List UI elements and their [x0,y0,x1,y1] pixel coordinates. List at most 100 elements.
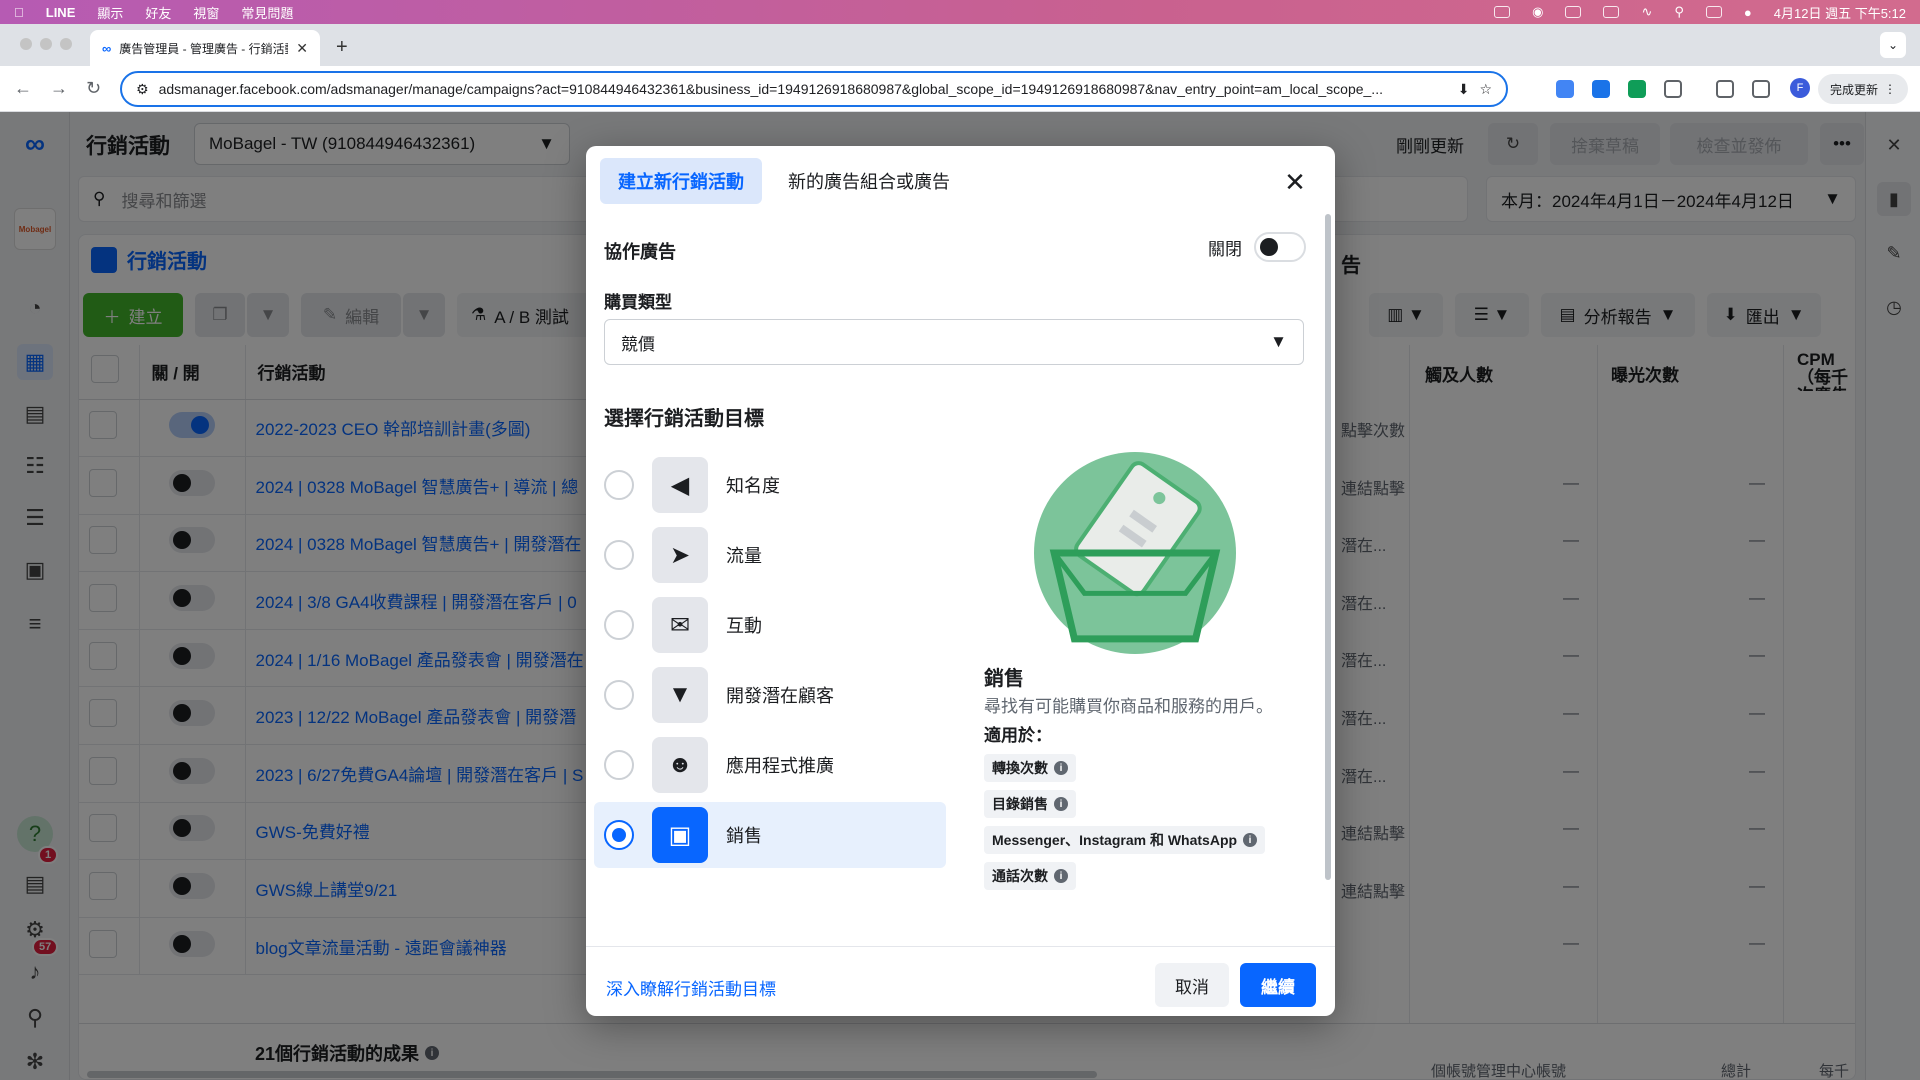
close-icon: ✕ [1284,166,1306,197]
objective-label: 開發潛在顧客 [726,686,834,706]
site-info-icon[interactable]: ⚙ [136,81,149,98]
dialog-close-button[interactable]: ✕ [1277,164,1313,200]
extension-1-icon[interactable] [1556,80,1574,98]
objective-label: 互動 [726,616,762,636]
objective-option[interactable]: ▼ 開發潛在顧客 [594,662,946,728]
objective-option[interactable]: ▣ 銷售 [594,802,946,868]
cursor-icon: ➤ [652,527,708,583]
people-icon: ☻ [652,737,708,793]
browser-tab-active[interactable]: ∞ 廣告管理員 - 管理廣告 - 行銷活動 ✕ [90,30,320,66]
objective-radio[interactable] [604,750,634,780]
objective-label: 流量 [726,546,762,566]
menubar-clock[interactable]: 4月12日 週五 下午5:12 [1774,3,1906,22]
tab-new-campaign[interactable]: 建立新行銷活動 [600,158,762,204]
dialog-footer: 深入瞭解行銷活動目標 取消 繼續 [586,946,1335,1016]
objective-label: 銷售 [726,826,762,846]
objective-option[interactable]: ◀ 知名度 [594,452,946,518]
objective-radio[interactable] [604,540,634,570]
chip-catalog-sales: 目錄銷售 i [984,790,1076,818]
menubar-item-faq[interactable]: 常見問題 [241,3,293,22]
learn-more-link[interactable]: 深入瞭解行銷活動目標 [606,975,776,1000]
objective-heading: 選擇行銷活動目標 [604,408,764,430]
chip-conversions: 轉換次數 i [984,754,1076,782]
reload-button[interactable]: ↻ [86,78,101,99]
tab-new-adset-or-ad[interactable]: 新的廣告組合或廣告 [770,158,968,204]
chip-messaging: Messenger、Instagram 和 WhatsApp i [984,826,1266,854]
zoom-window-button[interactable] [60,38,72,50]
minimize-window-button[interactable] [40,38,52,50]
sales-illustration [1034,452,1236,654]
dialog-scrollbar[interactable] [1325,214,1331,880]
url-text[interactable]: adsmanager.facebook.com/adsmanager/manag… [159,81,1448,97]
collab-ads-state: 關閉 [1208,239,1242,259]
translate-extension-icon[interactable] [1592,80,1610,98]
caret-down-icon: ▼ [1270,332,1287,351]
tab-search-button[interactable]: ⌄ [1880,32,1906,58]
close-window-button[interactable] [20,38,32,50]
bookmark-star-icon[interactable]: ☆ [1479,81,1492,98]
funnel-icon: ▼ [652,667,708,723]
chip-label: 通話次數 [992,868,1048,884]
spotlight-icon[interactable]: ⚲ [1674,4,1684,20]
browser-tab-title: 廣告管理員 - 管理廣告 - 行銷活動 [119,41,289,56]
info-icon[interactable]: i [1054,869,1068,883]
status-icon[interactable] [1494,6,1511,18]
buying-type-label: 購買類型 [604,293,672,312]
info-icon[interactable]: i [1054,797,1068,811]
megaphone-icon: ◀ [652,457,708,513]
cancel-button[interactable]: 取消 [1155,963,1229,1007]
macos-menubar:  LINE 顯示 好友 視窗 常見問題 ◉ ∿ ⚲ ● 4月12日 週五 下午… [0,0,1920,24]
install-app-icon[interactable]: ⬇ [1458,81,1470,98]
reading-list-icon[interactable] [1716,80,1734,98]
objective-option[interactable]: ➤ 流量 [594,522,946,588]
chip-label: Messenger、Instagram 和 WhatsApp [992,832,1238,848]
objective-radio[interactable] [604,610,634,640]
buying-type-select[interactable]: 競價 ▼ [604,319,1304,365]
chip-label: 目錄銷售 [992,796,1048,812]
extension-3-icon[interactable] [1628,80,1646,98]
apple-icon[interactable]:  [14,5,24,20]
collab-ads-label: 協作廣告 [604,242,676,262]
info-icon[interactable]: i [1054,761,1068,775]
info-icon[interactable]: i [1243,833,1258,847]
shopping-bag-icon: ▣ [652,807,708,863]
kebab-menu-icon: ⋮ [1884,82,1896,96]
menubar-item-friends[interactable]: 好友 [145,3,171,22]
close-tab-icon[interactable]: ✕ [296,40,308,57]
objective-option[interactable]: ✉ 互動 [594,592,946,658]
menubar-item-window[interactable]: 視窗 [193,3,219,22]
control-center-icon[interactable] [1705,6,1722,18]
input-method-icon[interactable] [1565,6,1582,18]
browser-tabstrip: ∞ 廣告管理員 - 管理廣告 - 行銷活動 ✕ + ⌄ [0,24,1920,66]
back-button[interactable]: ← [14,78,32,99]
forward-button[interactable]: → [50,78,68,99]
battery-icon[interactable] [1603,6,1620,18]
create-campaign-dialog: 建立新行銷活動 新的廣告組合或廣告 ✕ 協作廣告 關閉 購買類型 競價 ▼ 選擇… [586,146,1335,1016]
profile-avatar[interactable]: F [1790,78,1810,98]
objective-radio[interactable] [604,820,634,850]
record-icon[interactable]: ◉ [1532,4,1543,20]
extensions-puzzle-icon[interactable] [1664,80,1682,98]
objective-option[interactable]: ☻ 應用程式推廣 [594,732,946,798]
objective-label: 應用程式推廣 [726,756,834,776]
collab-ads-toggle-group: 關閉 [1208,232,1306,262]
objective-radio[interactable] [604,470,634,500]
meta-favicon-icon: ∞ [102,40,112,56]
side-panel-icon[interactable] [1752,80,1770,98]
siri-icon[interactable]: ● [1744,5,1752,20]
chevron-down-icon: ⌄ [1887,38,1899,52]
chrome-update-button[interactable]: 完成更新 ⋮ [1817,74,1908,104]
chat-bubbles-icon: ✉ [652,597,708,653]
new-tab-button[interactable]: + [336,36,348,59]
collab-ads-switch[interactable] [1254,232,1306,262]
wifi-icon[interactable]: ∿ [1641,4,1652,20]
buying-type-value: 競價 [621,334,655,354]
menubar-app[interactable]: LINE [46,5,76,20]
continue-button[interactable]: 繼續 [1240,963,1316,1007]
address-bar[interactable]: ⚙ adsmanager.facebook.com/adsmanager/man… [120,71,1508,107]
objective-radio[interactable] [604,680,634,710]
dialog-tabs: 建立新行銷活動 新的廣告組合或廣告 [600,158,968,204]
browser-toolbar: ← → ↻ ⚙ adsmanager.facebook.com/adsmanag… [0,66,1920,112]
chip-calls: 通話次數 i [984,862,1076,890]
menubar-item-view[interactable]: 顯示 [97,3,123,22]
